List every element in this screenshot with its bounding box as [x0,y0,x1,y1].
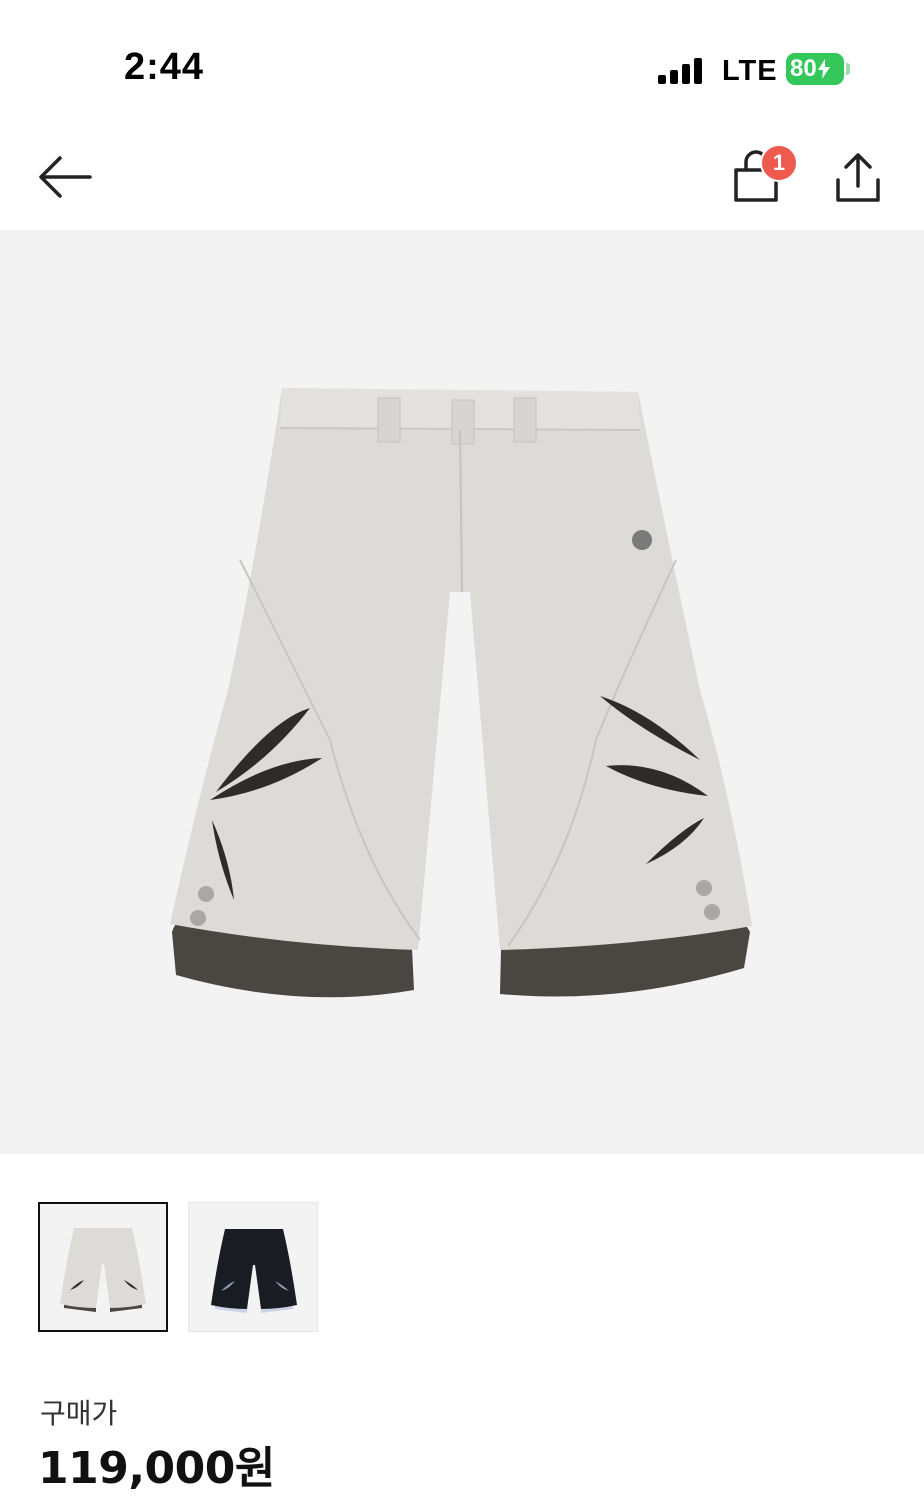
status-time: 2:44 [124,46,205,88]
signal-strength-icon [658,58,704,84]
arrow-left-icon [39,156,92,198]
share-icon [836,153,880,202]
product-image[interactable] [0,230,924,1154]
battery-tip [846,63,850,75]
shorts-black-thumbnail [211,1229,297,1313]
thumbnail-light-grey[interactable] [38,1202,168,1332]
shorts-light-grey-thumbnail [60,1228,146,1312]
back-button[interactable] [34,150,96,204]
network-type: LTE [722,55,778,87]
battery-level: 80 [790,55,817,82]
charging-bolt-icon [817,59,830,79]
thumbnail-black[interactable] [188,1202,318,1332]
shorts-image [170,388,752,998]
status-bar: 2:44 LTE 80 [0,0,924,120]
price-label: 구매가 [40,1397,118,1430]
price-value: 119,000원 [38,1443,275,1494]
share-button[interactable] [832,150,884,206]
cart-count-badge: 1 [760,144,798,182]
battery-indicator: 80 [786,53,844,85]
